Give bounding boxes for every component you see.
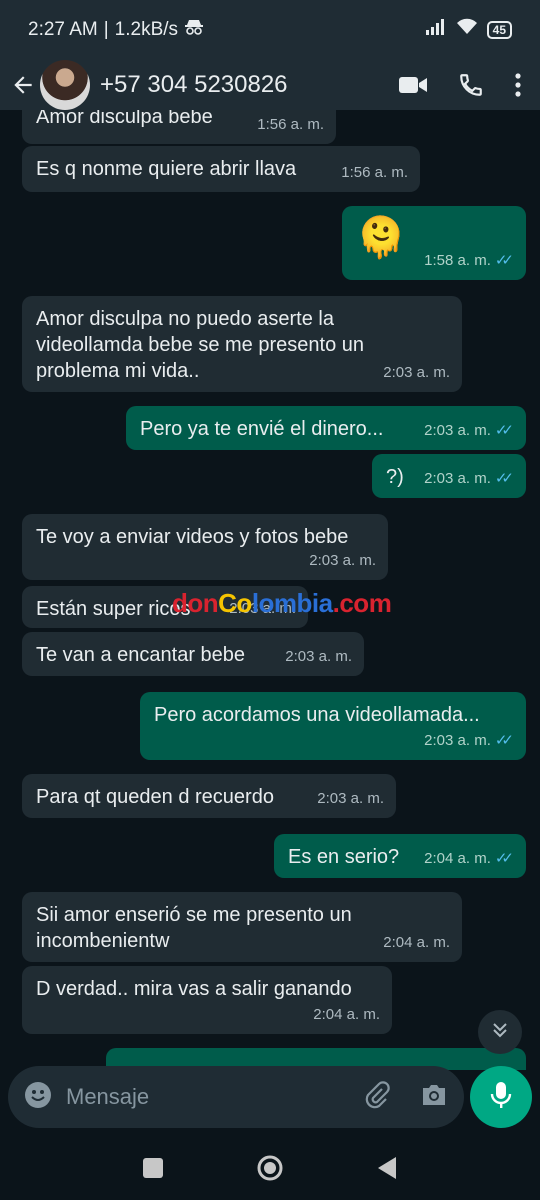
message-time: 2:03 a. m.: [285, 648, 352, 665]
message-meta: 1:56 a. m.: [341, 160, 408, 186]
message-time: 2:03 a. m.: [424, 470, 491, 487]
message-bubble-outgoing[interactable]: Pero ya te envié el dinero... 2:03 a. m.…: [126, 406, 526, 450]
status-separator: |: [103, 19, 109, 40]
header-actions: [398, 72, 522, 98]
scroll-down-button[interactable]: [478, 1010, 522, 1054]
message-text: Te voy a enviar videos y fotos bebe: [36, 526, 349, 548]
message-bubble-outgoing[interactable]: Es en serio? 2:04 a. m. ✓✓: [274, 834, 526, 878]
message-text: Amor disculpa no puedo aserte la videoll…: [36, 308, 364, 382]
message-time: 2:03 a. m.: [424, 422, 491, 439]
message-bubble-outgoing[interactable]: Pero acordamos una videollamada... 2:03 …: [140, 692, 526, 760]
mic-button[interactable]: [470, 1066, 532, 1128]
message-meta: 2:04 a. m.: [383, 930, 450, 956]
signal-icon: [425, 18, 447, 42]
message-input-bar: [8, 1066, 464, 1128]
message-time: 1:56 a. m.: [257, 116, 324, 133]
message-bubble-incoming[interactable]: D verdad.. mira vas a salir ganando 2:04…: [22, 966, 392, 1034]
status-left: 2:27 AM | 1.2kB/s: [28, 19, 204, 41]
message-time: 2:03 a. m.: [383, 364, 450, 381]
message-meta: 2:03 a. m.: [309, 548, 376, 574]
message-bubble-incoming[interactable]: Te voy a enviar videos y fotos bebe 2:03…: [22, 514, 388, 580]
message-meta: 2:03 a. m. ✓✓: [424, 466, 514, 492]
message-meta: 2:03 a. m.: [383, 360, 450, 386]
message-bubble-incoming[interactable]: Sii amor enserió se me presento un incom…: [22, 892, 462, 962]
message-time: 2:04 a. m.: [424, 850, 491, 867]
message-text: Sii amor enserió se me presento un incom…: [36, 904, 352, 952]
message-input[interactable]: [66, 1084, 364, 1110]
home-icon[interactable]: [256, 1154, 284, 1187]
incognito-icon: [184, 19, 204, 41]
message-time: 2:04 a. m.: [383, 934, 450, 951]
emoji-icon[interactable]: [24, 1081, 52, 1114]
system-nav-bar: [0, 1140, 540, 1200]
message-bubble-incoming[interactable]: Amor disculpa no puedo aserte la videoll…: [22, 296, 462, 392]
read-ticks-icon: ✓✓: [494, 422, 514, 439]
voice-call-icon[interactable]: [458, 72, 484, 98]
message-meta: 2:04 a. m. ✓✓: [424, 846, 514, 872]
message-bubble-incoming[interactable]: Amor disculpa bebe 1:56 a. m.: [22, 110, 336, 144]
avatar[interactable]: [40, 60, 90, 110]
attach-icon[interactable]: [364, 1080, 390, 1114]
message-bubble-incoming[interactable]: Es q nonme quiere abrir llava 1:56 a. m.: [22, 146, 420, 192]
message-meta: 1:58 a. m. ✓✓: [424, 248, 514, 274]
read-ticks-icon: ✓✓: [494, 732, 514, 749]
battery-indicator: 45: [486, 21, 512, 39]
message-text: Pero acordamos una videollamada...: [154, 704, 480, 726]
network-speed: 1.2kB/s: [114, 19, 179, 40]
message-meta: 2:03 a. m. ✓✓: [424, 728, 514, 754]
message-meta: 1:56 a. m.: [257, 112, 324, 138]
message-time: 2:03 a. m.: [317, 790, 384, 807]
read-ticks-icon: ✓✓: [494, 850, 514, 867]
camera-icon[interactable]: [420, 1083, 448, 1112]
message-time: 2:03 a. m.: [309, 552, 376, 569]
status-bar: 2:27 AM | 1.2kB/s 45: [0, 0, 540, 60]
wifi-icon: [455, 18, 479, 42]
mic-icon: [490, 1081, 512, 1114]
message-meta: 2:03 a. m.: [317, 786, 384, 812]
message-time: 2:03 a. m.: [424, 732, 491, 749]
read-ticks-icon: ✓✓: [494, 252, 514, 269]
recents-icon[interactable]: [142, 1157, 164, 1184]
chat-area[interactable]: Amor disculpa bebe 1:56 a. m. Es q nonme…: [0, 110, 540, 1070]
message-text: D verdad.. mira vas a salir ganando: [36, 978, 352, 1000]
message-bubble-outgoing[interactable]: 🫠 1:58 a. m. ✓✓: [342, 206, 526, 280]
status-time: 2:27 AM: [28, 19, 98, 40]
chat-header: +57 304 5230826: [0, 60, 540, 110]
back-icon[interactable]: [376, 1156, 398, 1185]
watermark-logo: donColombia.com: [172, 588, 392, 618]
message-meta: 2:04 a. m.: [313, 1002, 380, 1028]
contact-name[interactable]: +57 304 5230826: [100, 71, 398, 99]
more-options-icon[interactable]: [514, 72, 522, 98]
chevron-double-down-icon: [490, 1020, 510, 1045]
message-bubble-outgoing[interactable]: ?) 2:03 a. m. ✓✓: [372, 454, 526, 498]
read-ticks-icon: ✓✓: [494, 470, 514, 487]
back-arrow-icon[interactable]: [10, 72, 36, 98]
message-bubble-incoming[interactable]: Para qt queden d recuerdo 2:03 a. m.: [22, 774, 396, 818]
message-bubble-incoming[interactable]: Te van a encantar bebe 2:03 a. m.: [22, 632, 364, 676]
video-call-icon[interactable]: [398, 74, 428, 96]
message-time: 1:58 a. m.: [424, 252, 491, 269]
message-meta: 2:03 a. m.: [285, 644, 352, 670]
message-time: 2:04 a. m.: [313, 1006, 380, 1023]
status-right: 45: [425, 18, 512, 42]
message-meta: 2:03 a. m. ✓✓: [424, 418, 514, 444]
message-time: 1:56 a. m.: [341, 164, 408, 181]
